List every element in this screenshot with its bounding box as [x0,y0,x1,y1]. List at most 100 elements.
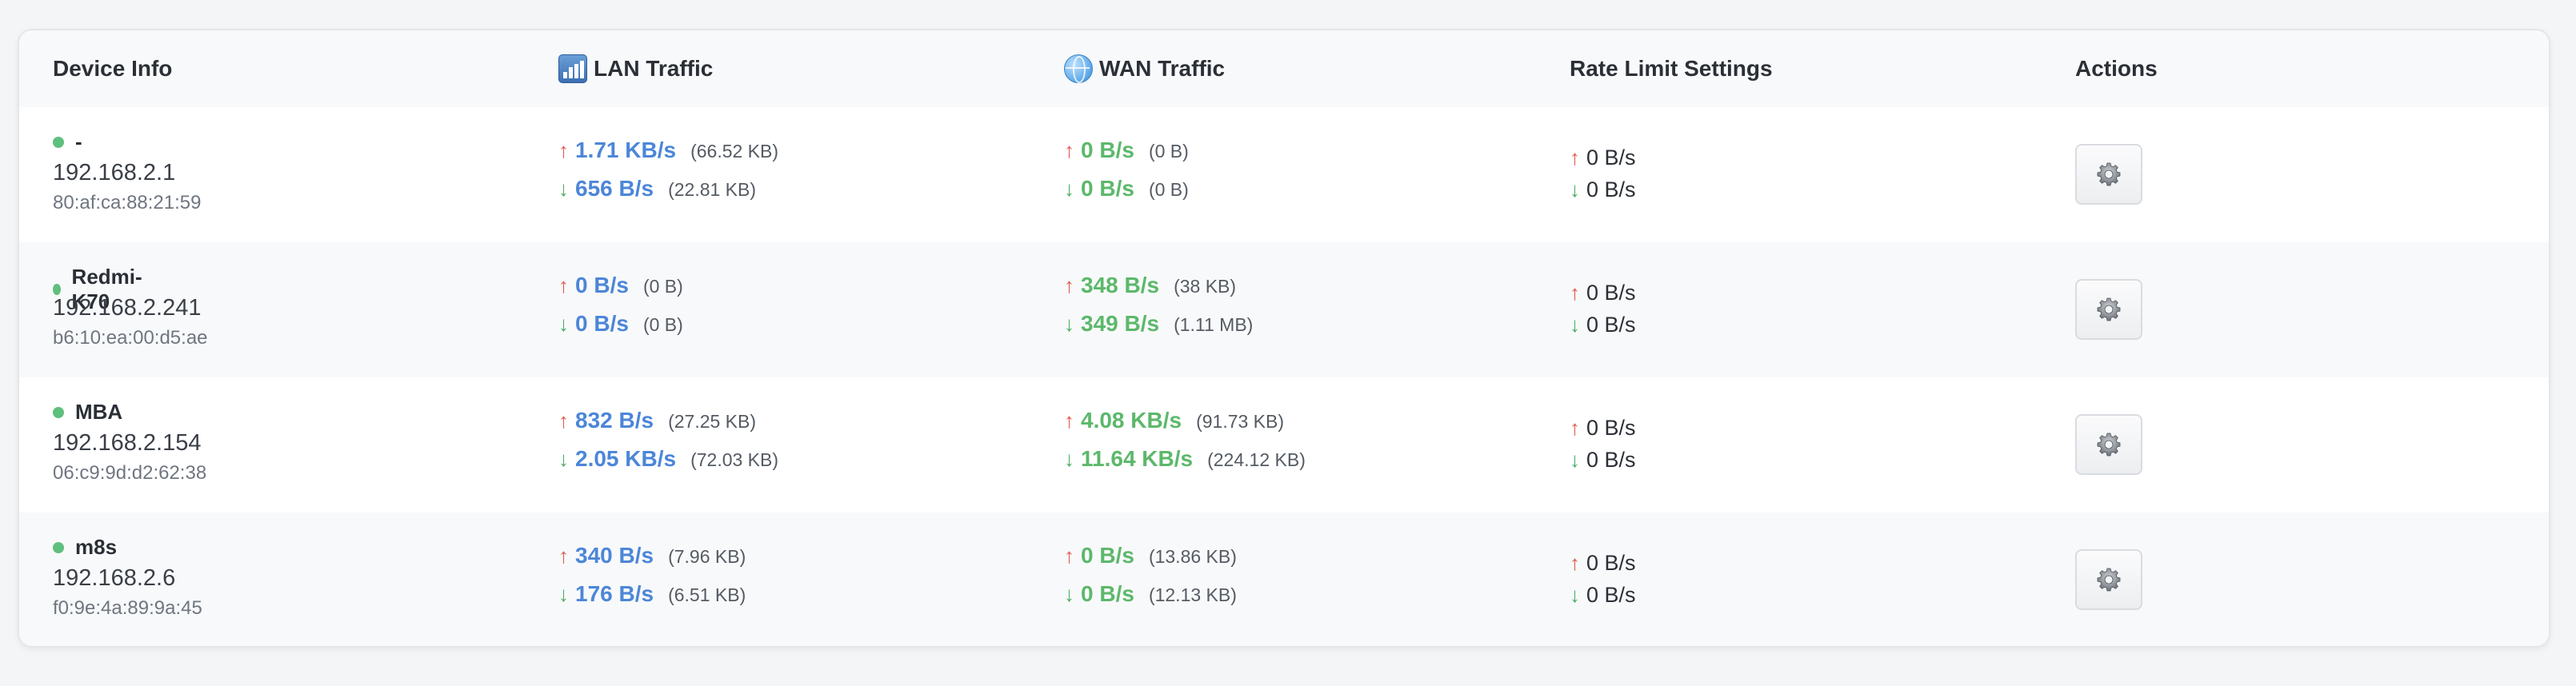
device-name: MBA [75,400,123,424]
download-limit: 0 B/s [1586,313,1636,337]
wan-upload-rate: 4.08 KB/s [1081,408,1182,433]
header-wan-traffic: WAN Traffic [1064,30,1225,107]
lan-download-rate: 656 B/s [575,176,654,201]
lan-upload-rate: 832 B/s [575,408,654,433]
upload-arrow-icon: ↑ [1570,281,1580,305]
wan-download-rate: 349 B/s [1081,311,1160,336]
header-rate-limit: Rate Limit Settings [1570,56,1773,81]
lan-upload-total: (27.25 KB) [668,411,757,432]
status-dot-icon [53,541,64,553]
download-arrow-icon: ↓ [558,582,569,606]
upload-limit: 0 B/s [1586,416,1636,440]
wan-download-rate: 0 B/s [1081,581,1134,606]
lan-download-total: (0 B) [642,314,683,335]
lan-upload-rate: 0 B/s [575,273,629,297]
upload-arrow-icon: ↑ [1570,146,1580,170]
gear-icon [2097,162,2121,186]
download-arrow-icon: ↓ [1064,582,1074,606]
device-traffic-table: Device Info LAN Traffic WAN Traffic Rate… [18,29,2550,648]
download-arrow-icon: ↓ [1570,448,1580,472]
download-arrow-icon: ↓ [558,177,569,201]
upload-arrow-icon: ↑ [1064,409,1074,433]
settings-button[interactable] [2075,279,2142,340]
wan-download-rate: 0 B/s [1081,176,1134,201]
gear-icon [2097,297,2121,321]
lan-download-rate: 176 B/s [575,581,654,606]
lan-download-total: (72.03 KB) [690,449,779,470]
download-arrow-icon: ↓ [1064,312,1074,336]
upload-arrow-icon: ↑ [1064,138,1074,162]
wan-download-total: (1.11 MB) [1174,314,1254,335]
lan-download-rate: 2.05 KB/s [575,446,677,471]
device-mac: 06:c9:9d:d2:62:38 [53,462,207,484]
lan-upload-total: (0 B) [642,276,683,297]
device-ip: 192.168.2.154 [53,430,202,456]
upload-arrow-icon: ↑ [558,273,569,297]
device-name: - [75,130,82,154]
upload-arrow-icon: ↑ [558,544,569,568]
status-dot-icon [53,136,64,148]
settings-button[interactable] [2075,549,2142,610]
status-dot-icon [53,406,64,418]
wan-upload-rate: 348 B/s [1081,273,1160,297]
header-lan-traffic: LAN Traffic [558,30,713,107]
download-arrow-icon: ↓ [558,447,569,471]
download-arrow-icon: ↓ [1064,177,1074,201]
upload-limit: 0 B/s [1586,281,1636,305]
wan-upload-total: (91.73 KB) [1196,411,1285,432]
device-ip: 192.168.2.241 [53,295,202,321]
gear-icon [2097,568,2121,592]
lan-upload-total: (66.52 KB) [690,141,779,162]
table-row: - 192.168.2.1 80:af:ca:88:21:59 ↑ 1.71 K… [19,107,2549,242]
download-limit: 0 B/s [1586,177,1636,201]
wan-download-rate: 11.64 KB/s [1081,446,1194,471]
table-header: Device Info LAN Traffic WAN Traffic Rate… [19,30,2549,107]
wan-download-total: (12.13 KB) [1148,584,1237,605]
header-lan-traffic-label: LAN Traffic [594,56,714,81]
lan-upload-rate: 340 B/s [575,543,654,568]
upload-arrow-icon: ↑ [1570,551,1580,575]
header-wan-traffic-label: WAN Traffic [1099,56,1226,81]
lan-download-rate: 0 B/s [575,311,629,336]
device-ip: 192.168.2.6 [53,565,176,591]
wan-upload-total: (38 KB) [1174,276,1237,297]
device-ip: 192.168.2.1 [53,160,176,185]
device-name: m8s [75,535,118,559]
download-arrow-icon: ↓ [1570,313,1580,337]
download-limit: 0 B/s [1586,583,1636,607]
wan-upload-rate: 0 B/s [1081,543,1134,568]
wan-upload-total: (0 B) [1148,141,1189,162]
download-arrow-icon: ↓ [1064,447,1074,471]
wan-upload-rate: 0 B/s [1081,138,1134,162]
upload-limit: 0 B/s [1586,551,1636,575]
status-dot-icon [53,284,61,295]
table-row: Redmi-K70 192.168.2.241 b6:10:ea:00:d5:a… [19,242,2549,377]
table-row: m8s 192.168.2.6 f0:9e:4a:89:9a:45 ↑ 340 … [19,513,2549,646]
download-arrow-icon: ↓ [1570,583,1580,607]
table-body: - 192.168.2.1 80:af:ca:88:21:59 ↑ 1.71 K… [19,107,2549,646]
upload-arrow-icon: ↑ [1064,544,1074,568]
download-arrow-icon: ↓ [558,312,569,336]
lan-download-total: (22.81 KB) [668,179,757,200]
wan-download-total: (0 B) [1148,179,1189,200]
header-device-info: Device Info [53,56,173,81]
upload-arrow-icon: ↑ [558,409,569,433]
settings-button[interactable] [2075,144,2142,205]
bar-chart-icon [558,54,587,83]
upload-limit: 0 B/s [1586,146,1636,170]
table-row: MBA 192.168.2.154 06:c9:9d:d2:62:38 ↑ 83… [19,377,2549,513]
upload-arrow-icon: ↑ [558,138,569,162]
gear-icon [2097,433,2121,457]
settings-button[interactable] [2075,414,2142,475]
lan-download-total: (6.51 KB) [668,584,746,605]
device-mac: 80:af:ca:88:21:59 [53,192,202,213]
wan-download-total: (224.12 KB) [1207,449,1306,470]
lan-upload-total: (7.96 KB) [668,546,746,567]
upload-arrow-icon: ↑ [1570,416,1580,440]
wan-upload-total: (13.86 KB) [1148,546,1237,567]
lan-upload-rate: 1.71 KB/s [575,138,677,162]
download-limit: 0 B/s [1586,448,1636,472]
header-actions: Actions [2075,56,2158,81]
device-mac: f0:9e:4a:89:9a:45 [53,597,202,619]
globe-icon [1064,54,1093,83]
